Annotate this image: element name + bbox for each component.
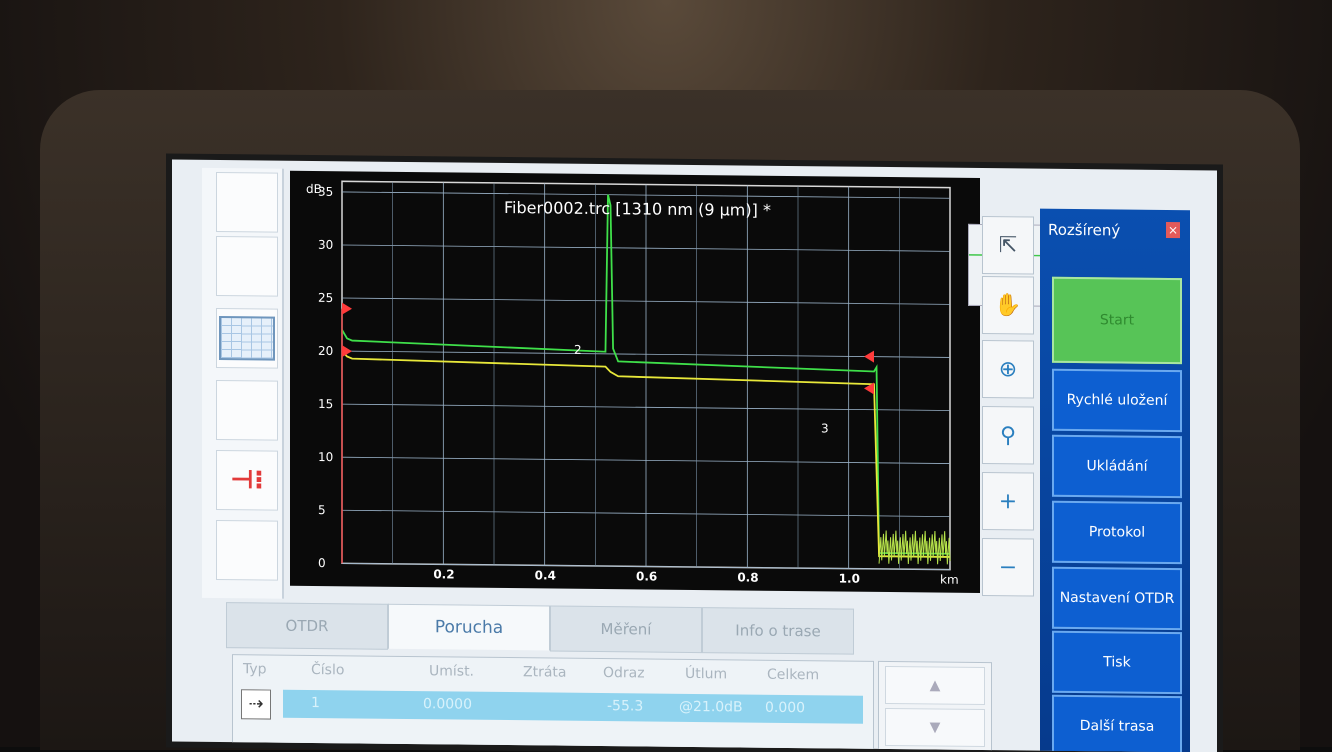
blank-button-3[interactable] (216, 379, 278, 441)
print-button[interactable]: Tisk (1052, 630, 1182, 695)
zoom-fit-icon: ⊕ (998, 356, 1018, 382)
tab-measurement[interactable]: Měření (550, 605, 702, 654)
y-unit-label: dB (306, 182, 322, 196)
table-scroll: ▲ ▼ (878, 660, 992, 752)
trace-title: Fiber0002.trc [1310 nm (9 µm)] * (504, 198, 771, 220)
col-location: Umíst. (429, 663, 475, 680)
noise-floor (878, 530, 951, 565)
chevron-up-icon: ▲ (929, 677, 941, 694)
otdr-trace-plot[interactable]: 35 30 25 20 15 10 5 0 0.2 0.4 0.6 0.8 1.0 dB km Fibe… (290, 170, 1095, 593)
cell-number: 1 (311, 694, 320, 712)
event-label-2: 2 (574, 343, 582, 357)
chevron-down-icon: ▼ (929, 719, 941, 736)
view-tabs: OTDR Porucha Měření Info o trase (226, 602, 1006, 655)
magnifier-icon: ⚲ (999, 422, 1017, 448)
x-tick-label: 0.2 (433, 567, 454, 581)
otdr-settings-button[interactable]: Nastavení OTDR (1052, 566, 1182, 631)
otdr-screen: ⊣⁝ 35 30 25 20 15 10 5 0 0.2 0.4 0.6 0.8 1.0 dB km F… (172, 159, 1217, 752)
zoom-fit-tool[interactable]: ⊕ (982, 340, 1034, 399)
tab-fault[interactable]: Porucha (388, 603, 550, 651)
y-tick-label: 30 (318, 238, 333, 252)
zoom-in-tool[interactable]: + (982, 472, 1034, 531)
laser-source-icon: ⊣⁝ (230, 465, 264, 496)
save-button[interactable]: Ukládání (1052, 434, 1182, 499)
col-loss: Ztráta (523, 664, 567, 681)
scroll-up-button[interactable]: ▲ (885, 665, 985, 706)
col-type: Typ (243, 661, 267, 678)
x-tick-label: 1.0 (839, 572, 860, 586)
trace-chart: 353025201510500.2 0.4 0.6 0.8 1.0 dB km Fibe… (306, 180, 959, 587)
cell-attenuation: @21.0dB (679, 698, 743, 716)
blank-button-1[interactable] (216, 171, 278, 233)
x-unit-label: km (940, 573, 959, 587)
close-icon[interactable]: × (1166, 221, 1180, 239)
laser-button[interactable]: ⊣⁝ (216, 449, 278, 511)
col-attenuation: Útlum (685, 665, 728, 683)
event-type-icon: ⇢ (241, 689, 271, 720)
pointer-icon: ⇱ (998, 232, 1018, 258)
x-tick-label: 0.8 (737, 570, 758, 584)
zoom-out-icon: − (998, 554, 1018, 580)
quick-save-button[interactable]: Rychlé uložení (1052, 368, 1182, 433)
y-tick-label: 15 (318, 397, 333, 411)
pan-tool[interactable]: ✋ (982, 276, 1034, 335)
scroll-down-button[interactable]: ▼ (885, 707, 985, 748)
tab-trace-info[interactable]: Info o trase (702, 607, 854, 655)
table-row[interactable]: 1 0.0000 -55.3 @21.0dB 0.000 (283, 689, 863, 724)
tab-otdr[interactable]: OTDR (226, 602, 388, 650)
hand-icon: ✋ (994, 292, 1022, 318)
x-tick-label: 0.4 (535, 568, 556, 582)
cell-location: 0.0000 (423, 696, 472, 713)
table-header: Typ Číslo Umíst. Ztráta Odraz Útlum Celk… (233, 661, 873, 690)
next-trace-button[interactable]: Další trasa (1052, 694, 1182, 752)
zoom-out-tool[interactable]: − (982, 538, 1034, 597)
start-button[interactable]: Start (1052, 276, 1182, 365)
y-tick-label: 5 (318, 503, 326, 517)
col-total: Celkem (767, 666, 820, 684)
pointer-tool[interactable]: ⇱ (982, 216, 1034, 275)
y-tick-label: 25 (318, 291, 333, 305)
y-tick-label: 20 (318, 344, 333, 358)
event-table: Typ Číslo Umíst. Ztráta Odraz Útlum Celk… (232, 654, 874, 752)
cell-total: 0.000 (765, 699, 806, 717)
y-tick-label: 10 (318, 450, 333, 464)
cell-reflection: -55.3 (607, 698, 644, 715)
col-number: Číslo (311, 661, 345, 679)
menu-title: Rozšírený (1048, 220, 1121, 240)
view-tools: ⇱ ✋ ⊕ ⚲ + − (982, 216, 1034, 602)
event-label-3: 3 (821, 421, 829, 435)
y-tick-label: 0 (318, 556, 326, 570)
zoom-in-icon: + (998, 488, 1018, 514)
table-icon (219, 316, 275, 361)
extended-menu: Rozšírený × Start Rychlé uložení Ukládán… (1040, 208, 1190, 752)
col-reflection: Odraz (603, 665, 645, 682)
blank-button-4[interactable] (216, 519, 278, 581)
cursor-marker-1 (342, 302, 352, 315)
zoom-tool[interactable]: ⚲ (982, 406, 1034, 465)
left-toolbar: ⊣⁝ (202, 167, 284, 599)
x-tick-label: 0.6 (636, 569, 657, 583)
cursor-marker-3 (864, 350, 874, 363)
protocol-button[interactable]: Protokol (1052, 500, 1182, 565)
event-table-button[interactable] (216, 307, 278, 369)
blank-button-2[interactable] (216, 235, 278, 297)
